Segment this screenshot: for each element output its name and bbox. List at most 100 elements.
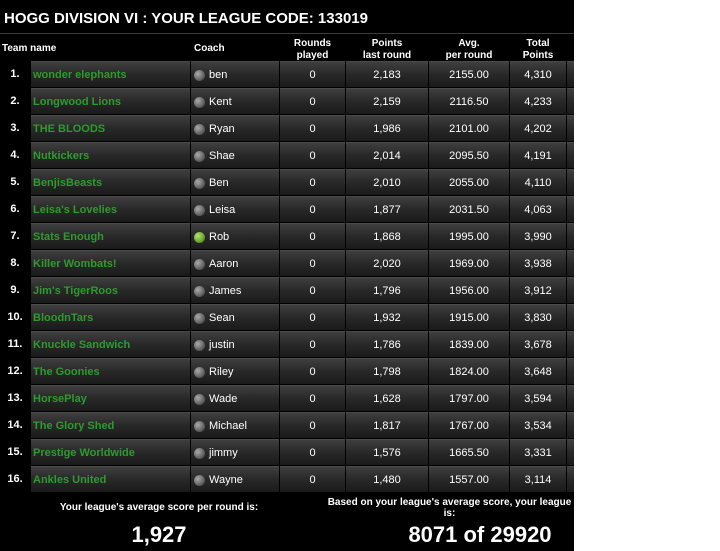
team-name-link[interactable]: The Goonies	[31, 358, 190, 384]
avg-per-round-cell: 1824.00	[429, 358, 509, 384]
table-row: 8. Killer Wombats! Aaron 0 2,020 1969.00 3,938	[0, 250, 574, 277]
rounds-played-cell: 0	[280, 169, 345, 195]
points-last-round-cell: 1,480	[346, 466, 428, 492]
team-name-link[interactable]: wonder elephants	[31, 61, 190, 87]
rounds-played-cell: 0	[280, 142, 345, 168]
avg-per-round-cell: 1956.00	[429, 277, 509, 303]
points-last-round-cell: 1,868	[346, 223, 428, 249]
coach-cell: Ryan	[191, 115, 279, 141]
league-ladder-panel: HOGG DIVISION VI : YOUR LEAGUE CODE: 133…	[0, 0, 574, 551]
rank-cell: 16.	[7, 473, 23, 485]
table-row: 3. THE BLOODS Ryan 0 1,986 2101.00 4,202	[0, 115, 574, 142]
team-name-link[interactable]: HorsePlay	[31, 385, 190, 411]
coach-name: ben	[209, 69, 228, 81]
row-edge	[567, 304, 574, 330]
table-row: 5. BenjisBeasts Ben 0 2,010 2055.00 4,110	[0, 169, 574, 196]
avg-per-round-cell: 1995.00	[429, 223, 509, 249]
status-dot-icon	[194, 448, 205, 459]
row-edge	[567, 223, 574, 249]
rank-cell: 1.	[10, 68, 20, 80]
coach-name: James	[209, 285, 242, 297]
avg-per-round-cell: 2055.00	[429, 169, 509, 195]
coach-name: Ben	[209, 177, 229, 189]
rounds-played-cell: 0	[280, 250, 345, 276]
rank-cell: 13.	[7, 392, 23, 404]
team-name-link[interactable]: THE BLOODS	[31, 115, 190, 141]
team-name-link[interactable]: Leisa's Lovelies	[31, 196, 190, 222]
rounds-played-cell: 0	[280, 223, 345, 249]
row-edge	[567, 412, 574, 438]
rank-cell: 7.	[10, 230, 20, 242]
coach-name: Leisa	[209, 204, 236, 216]
team-name-link[interactable]: Jim's TigerRoos	[31, 277, 190, 303]
table-row: 6. Leisa's Lovelies Leisa 0 1,877 2031.50 4,06…	[0, 196, 574, 223]
table-row: 9. Jim's TigerRoos James 0 1,796 1956.00 3,912	[0, 277, 574, 304]
rounds-played-cell: 0	[280, 412, 345, 438]
average-score-value: 1,927	[131, 522, 187, 547]
rounds-played-cell: 0	[280, 331, 345, 357]
team-name-link[interactable]: The Glory Shed	[31, 412, 190, 438]
coach-name: Michael	[209, 420, 247, 432]
points-last-round-cell: 1,628	[346, 385, 428, 411]
total-points-cell: 4,233	[510, 88, 566, 114]
avg-per-round-cell: 2116.50	[429, 88, 509, 114]
rank-cell: 4.	[10, 149, 20, 161]
row-edge	[567, 169, 574, 195]
total-points-cell: 3,912	[510, 277, 566, 303]
team-name-link[interactable]: Knuckle Sandwich	[31, 331, 190, 357]
coach-name: Aaron	[209, 258, 239, 270]
team-name-link[interactable]: Ankles United	[31, 466, 190, 492]
table-row: 10. BloodnTars Sean 0 1,932 1915.00 3,830	[0, 304, 574, 331]
coach-cell: Ben	[191, 169, 279, 195]
coach-name: Kent	[209, 96, 232, 108]
row-edge	[567, 277, 574, 303]
team-name-link[interactable]: Killer Wombats!	[31, 250, 190, 276]
avg-per-round-cell: 2101.00	[429, 115, 509, 141]
team-name-link[interactable]: BloodnTars	[31, 304, 190, 330]
team-name-link[interactable]: Nutkickers	[31, 142, 190, 168]
header-total: Total Points	[510, 38, 566, 62]
coach-cell: ben	[191, 61, 279, 87]
coach-cell: Wade	[191, 385, 279, 411]
avg-per-round-cell: 2031.50	[429, 196, 509, 222]
coach-name: jimmy	[209, 447, 238, 459]
total-points-cell: 3,938	[510, 250, 566, 276]
points-last-round-cell: 1,932	[346, 304, 428, 330]
status-dot-icon	[194, 475, 205, 486]
coach-cell: Michael	[191, 412, 279, 438]
table-row: 13. HorsePlay Wade 0 1,628 1797.00 3,594	[0, 385, 574, 412]
team-name-link[interactable]: Longwood Lions	[31, 88, 190, 114]
team-name-link[interactable]: Stats Enough	[31, 223, 190, 249]
points-last-round-cell: 2,020	[346, 250, 428, 276]
rounds-played-cell: 0	[280, 88, 345, 114]
total-points-cell: 3,648	[510, 358, 566, 384]
rank-cell: 10.	[7, 311, 23, 323]
status-dot-icon	[194, 124, 205, 135]
league-rank-label-line2: is:	[443, 508, 456, 519]
status-dot-icon	[194, 151, 205, 162]
status-dot-icon	[194, 421, 205, 432]
total-points-cell: 3,678	[510, 331, 566, 357]
rank-cell: 12.	[7, 365, 23, 377]
table-row: 16. Ankles United Wayne 0 1,480 1557.00 3,114	[0, 466, 574, 493]
table-row: 2. Longwood Lions Kent 0 2,159 2116.50 4,233	[0, 88, 574, 115]
team-name-link[interactable]: BenjisBeasts	[31, 169, 190, 195]
row-edge	[567, 196, 574, 222]
points-last-round-cell: 1,817	[346, 412, 428, 438]
rounds-played-cell: 0	[280, 439, 345, 465]
row-edge	[567, 61, 574, 87]
points-last-round-cell: 1,796	[346, 277, 428, 303]
total-points-cell: 4,063	[510, 196, 566, 222]
rank-cell: 8.	[10, 257, 20, 269]
row-edge	[567, 88, 574, 114]
avg-per-round-cell: 1557.00	[429, 466, 509, 492]
table-row: 11. Knuckle Sandwich justin 0 1,786 1839.00 3,…	[0, 331, 574, 358]
points-last-round-cell: 1,576	[346, 439, 428, 465]
status-dot-icon	[194, 340, 205, 351]
coach-cell: Leisa	[191, 196, 279, 222]
table-row: 15. Prestige Worldwide jimmy 0 1,576 1665.50 3…	[0, 439, 574, 466]
team-name-link[interactable]: Prestige Worldwide	[31, 439, 190, 465]
status-dot-icon	[194, 394, 205, 405]
avg-per-round-cell: 1767.00	[429, 412, 509, 438]
total-points-cell: 3,534	[510, 412, 566, 438]
